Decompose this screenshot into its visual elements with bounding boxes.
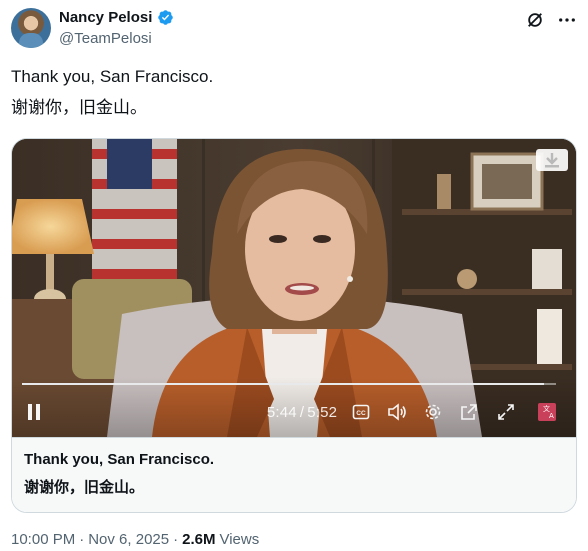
post-date[interactable]: Nov 6, 2025 <box>88 531 169 548</box>
settings-icon <box>425 404 441 420</box>
post-time[interactable]: 10:00 PM <box>11 531 75 548</box>
settings-button[interactable] <box>421 401 445 423</box>
video-controls: 5:44 / 5:52 CC 文 A <box>12 377 576 437</box>
download-button[interactable] <box>536 149 568 171</box>
tweet-line-2: 谢谢你，旧金山。 <box>11 98 147 117</box>
fullscreen-icon <box>498 404 514 420</box>
pop-out-button[interactable] <box>457 401 481 423</box>
card-caption[interactable]: Thank you, San Francisco. 谢谢你，旧金山。 <box>12 437 576 512</box>
captions-button[interactable]: CC <box>349 401 373 423</box>
tweet-line-1: Thank you, San Francisco. <box>11 67 214 86</box>
tweet-header: Nancy Pelosi @TeamPelosi <box>11 7 576 51</box>
grok-icon[interactable] <box>526 11 544 29</box>
duration: 5:52 <box>307 403 338 421</box>
author-handle[interactable]: @TeamPelosi <box>59 30 152 47</box>
time-separator: / <box>299 403 305 421</box>
pause-icon <box>28 404 40 420</box>
header-actions <box>526 11 576 29</box>
meta-separator: · <box>79 531 85 548</box>
closed-captions-icon: CC <box>352 404 370 420</box>
volume-button[interactable] <box>385 401 409 423</box>
name-row: Nancy Pelosi <box>59 9 174 26</box>
meta-separator: · <box>173 531 179 548</box>
progress-fill <box>22 383 544 385</box>
svg-text:A: A <box>549 412 554 420</box>
card-subtitle: 谢谢你，旧金山。 <box>24 479 145 496</box>
translate-icon: 文 A <box>538 403 556 421</box>
current-time: 5:44 <box>266 403 297 421</box>
more-icon[interactable] <box>558 11 576 29</box>
translate-button[interactable]: 文 A <box>536 401 558 423</box>
avatar[interactable] <box>11 8 51 48</box>
display-name[interactable]: Nancy Pelosi <box>59 9 152 26</box>
verified-badge-icon <box>158 10 174 25</box>
views-count: 2.6M <box>182 531 216 548</box>
volume-icon <box>388 403 406 421</box>
tweet-text: Thank you, San Francisco. 谢谢你，旧金山。 <box>11 63 213 122</box>
progress-bar[interactable] <box>22 383 556 385</box>
time-display: 5:44 / 5:52 <box>262 401 342 423</box>
tweet-meta: 10:00 PM · Nov 6, 2025 · 2.6M Views <box>11 531 259 548</box>
views-label: Views <box>219 531 260 548</box>
video-card: 5:44 / 5:52 CC 文 A Thank you, San Franci… <box>11 138 577 513</box>
card-title: Thank you, San Francisco. <box>24 451 215 468</box>
fullscreen-button[interactable] <box>494 401 518 423</box>
video-player[interactable]: 5:44 / 5:52 CC 文 A <box>12 139 576 437</box>
download-icon <box>545 153 559 168</box>
pop-out-icon <box>461 404 477 420</box>
svg-text:CC: CC <box>356 410 366 417</box>
pause-button[interactable] <box>24 401 44 423</box>
